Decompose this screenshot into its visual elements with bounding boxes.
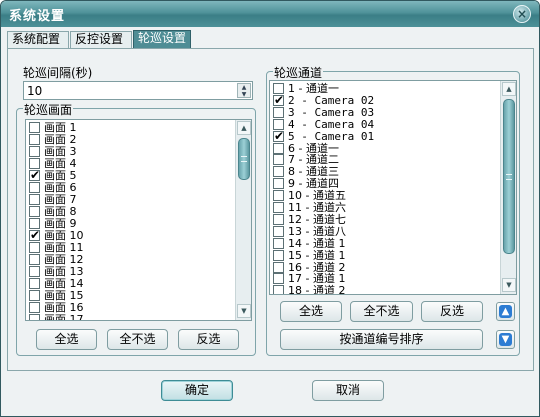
- sort-by-channel-button[interactable]: 按通道编号排序: [280, 329, 483, 350]
- list-item-label: 3 - Camera 03: [288, 105, 375, 119]
- scroll-down-icon[interactable]: ▼: [237, 304, 251, 318]
- list-item-label: 18 - 通道 2: [288, 284, 346, 295]
- scroll-up-icon[interactable]: ▲: [502, 82, 516, 96]
- checkbox[interactable]: ✔: [273, 92, 285, 107]
- checkbox[interactable]: [29, 302, 40, 313]
- checkbox[interactable]: [29, 278, 40, 289]
- list-item-label: 13 - 通道八: [288, 224, 346, 238]
- scroll-up-icon[interactable]: ▲: [237, 121, 251, 135]
- channel-select-all-button[interactable]: 全选: [280, 301, 342, 322]
- channel-invert-button[interactable]: 反选: [421, 301, 483, 322]
- checkbox[interactable]: [273, 237, 284, 249]
- checkbox[interactable]: [273, 202, 284, 213]
- close-icon: ×: [516, 7, 528, 21]
- screen-select-none-button[interactable]: 全不选: [107, 329, 168, 350]
- checkbox[interactable]: [29, 254, 40, 265]
- channel-list-scrollbar[interactable]: ▲ ▼: [500, 81, 516, 294]
- move-down-button[interactable]: ▼: [496, 330, 515, 349]
- ok-button[interactable]: 确定: [161, 380, 233, 401]
- list-item-label: 15 - 通道 1: [288, 248, 346, 262]
- checkbox[interactable]: [273, 190, 284, 202]
- scroll-down-icon[interactable]: ▼: [502, 278, 516, 292]
- checkbox[interactable]: [273, 225, 284, 237]
- tab-patrol-settings[interactable]: 轮巡设置: [133, 30, 191, 48]
- checkbox[interactable]: [273, 213, 284, 225]
- list-item-label: 5 - Camera 01: [288, 129, 375, 143]
- scroll-thumb[interactable]: [503, 99, 515, 254]
- checkbox[interactable]: [29, 206, 40, 217]
- checkbox[interactable]: [29, 266, 40, 277]
- checkbox[interactable]: [29, 122, 40, 133]
- screen-listbox[interactable]: ▲ ▼ 画面 1 画面 2 画面 3 画面 4 ✔ 画面 5 画面 6 画面 7 画面 8 画面 …: [25, 119, 252, 321]
- checkbox[interactable]: [29, 134, 40, 145]
- checkbox[interactable]: [273, 166, 284, 178]
- spin-up-icon[interactable]: ▲: [238, 84, 250, 91]
- tab-reverse-control[interactable]: 反控设置: [70, 31, 132, 48]
- checkbox[interactable]: [29, 182, 40, 193]
- channel-select-none-button[interactable]: 全不选: [350, 301, 413, 322]
- title-bar[interactable]: 系统设置 ×: [1, 1, 539, 27]
- checkmark-icon: ✔: [274, 128, 285, 143]
- checkbox[interactable]: [273, 142, 284, 154]
- cancel-button[interactable]: 取消: [312, 380, 384, 401]
- screen-invert-button[interactable]: 反选: [178, 329, 239, 350]
- up-arrow-icon: ▲: [499, 305, 512, 318]
- channel-group-title: 轮巡通道: [273, 64, 324, 81]
- move-up-button[interactable]: ▲: [496, 302, 515, 321]
- spin-down-icon[interactable]: ▼: [238, 91, 250, 98]
- screen-list-scrollbar[interactable]: ▲ ▼: [235, 120, 251, 320]
- settings-window: 系统设置 × 系统配置 反控设置 轮巡设置 轮巡间隔(秒) 10 ▲ ▼ 轮巡画…: [0, 0, 540, 417]
- close-button[interactable]: ×: [513, 5, 531, 23]
- checkbox[interactable]: [29, 146, 40, 157]
- list-item-label: 14 - 通道 1: [288, 236, 346, 250]
- checkbox[interactable]: [273, 106, 284, 118]
- interval-spinbox[interactable]: 10 ▲ ▼: [23, 81, 253, 100]
- interval-spin-buttons[interactable]: ▲ ▼: [237, 83, 251, 98]
- checkbox[interactable]: [29, 242, 40, 253]
- checkmark-icon: ✔: [274, 92, 285, 107]
- checkmark-icon: ✔: [30, 168, 41, 182]
- interval-value[interactable]: 10: [27, 84, 42, 98]
- checkbox[interactable]: [29, 290, 40, 301]
- down-arrow-icon: ▼: [499, 333, 512, 346]
- checkbox[interactable]: ✔: [29, 168, 41, 182]
- checkbox[interactable]: [273, 285, 284, 294]
- scroll-thumb[interactable]: [238, 138, 250, 180]
- checkbox[interactable]: [29, 314, 40, 320]
- checkbox[interactable]: [273, 261, 284, 273]
- tab-system-config[interactable]: 系统配置: [7, 31, 69, 48]
- checkbox[interactable]: ✔: [29, 228, 41, 242]
- screen-group-title: 轮巡画面: [23, 101, 74, 118]
- checkbox[interactable]: ✔: [273, 128, 285, 143]
- list-item-label: 4 - Camera 04: [288, 117, 375, 131]
- checkbox[interactable]: [29, 194, 40, 205]
- list-item-label: 画面 17: [44, 313, 84, 321]
- channel-listbox[interactable]: ▲ ▼ 1 - 通道一 ✔ 2 - Camera 02 3 - Camera 03 4 …: [269, 80, 517, 295]
- checkbox[interactable]: [273, 273, 284, 285]
- checkbox[interactable]: [273, 249, 284, 261]
- screen-select-all-button[interactable]: 全选: [36, 329, 97, 350]
- window-title: 系统设置: [9, 9, 66, 24]
- checkbox[interactable]: [273, 178, 284, 190]
- checkbox[interactable]: [273, 154, 284, 166]
- checkmark-icon: ✔: [30, 228, 41, 242]
- interval-label: 轮巡间隔(秒): [23, 66, 93, 80]
